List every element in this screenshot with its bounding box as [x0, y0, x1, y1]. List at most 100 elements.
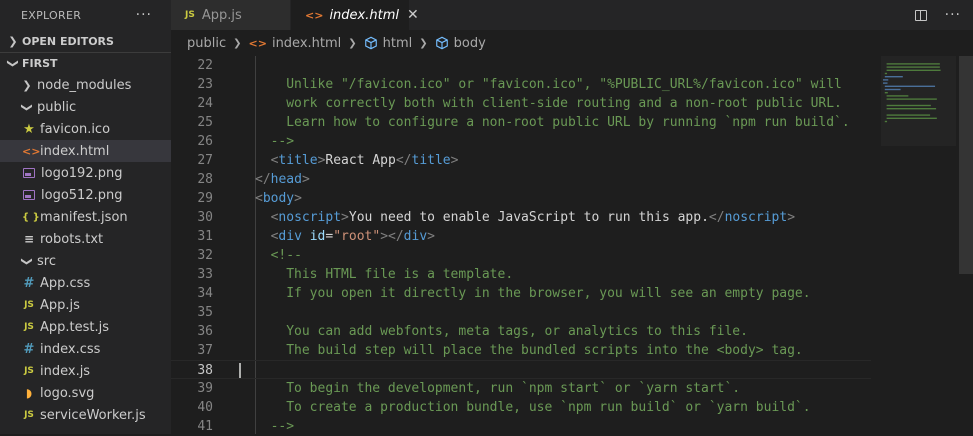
- tree-folder[interactable]: ❯ node_modules: [0, 74, 171, 96]
- tree-file[interactable]: { } manifest.json: [0, 206, 171, 228]
- minimap[interactable]: [881, 56, 956, 434]
- tree-file[interactable]: JS serviceWorker.js: [0, 404, 171, 426]
- split-editor-icon[interactable]: [914, 9, 927, 21]
- tab-index-html[interactable]: <> index.html ✕: [291, 0, 419, 30]
- code-line: 28 </head>: [171, 170, 871, 189]
- code-token: React App: [325, 153, 396, 168]
- line-number: 35: [197, 305, 213, 320]
- line-text: work correctly both with client-side rou…: [286, 94, 842, 113]
- css-file-icon: #: [23, 275, 35, 291]
- line-number: 30: [197, 210, 213, 225]
- more-actions-icon[interactable]: ···: [136, 7, 152, 23]
- tree-file[interactable]: # App.css: [0, 272, 171, 294]
- code-token: -->: [270, 419, 295, 434]
- close-icon[interactable]: ✕: [407, 7, 419, 23]
- breadcrumb-item-html[interactable]: html: [383, 36, 413, 51]
- code-token: >: [450, 153, 459, 168]
- code-line: 22: [171, 56, 871, 75]
- minimap-line: [886, 66, 940, 68]
- html-file-icon: <>: [305, 8, 324, 22]
- line-number: 28: [197, 172, 213, 187]
- minimap-line: [883, 82, 888, 84]
- tree-file[interactable]: <> index.html: [0, 140, 171, 162]
- minimap-line: [886, 69, 941, 71]
- line-text: -->: [271, 417, 294, 436]
- tree-file[interactable]: logo512.png: [0, 184, 171, 206]
- code-token: </: [395, 153, 412, 168]
- code-token: This HTML file is a template.: [286, 267, 514, 282]
- tree-file[interactable]: JS index.js: [0, 360, 171, 382]
- image-file-icon: [23, 168, 35, 178]
- code-line: 38: [171, 360, 871, 379]
- tree-item-label: manifest.json: [40, 209, 128, 225]
- minimap-line: [884, 120, 888, 123]
- tree-item-label: logo.svg: [40, 385, 95, 401]
- more-actions-icon[interactable]: ···: [945, 7, 961, 23]
- code-token: title: [411, 153, 451, 168]
- project-label: FIRST: [22, 57, 58, 70]
- scrollbar-thumb[interactable]: [959, 56, 973, 274]
- tree-item-label: index.js: [40, 363, 91, 379]
- editor-area: JS App.js <> index.html ✕ ··· public ❯ <…: [171, 0, 973, 434]
- code-token: >: [301, 172, 310, 187]
- line-number: 25: [197, 115, 213, 130]
- tab-app-js[interactable]: JS App.js: [171, 0, 291, 30]
- text-cursor: [239, 363, 241, 378]
- code-line: 25 Learn how to configure a non-root publ…: [171, 113, 871, 132]
- code-token: The build step will place the bundled sc…: [286, 343, 803, 358]
- project-section[interactable]: ❯ FIRST: [0, 52, 171, 74]
- line-text: If you open it directly in the browser, …: [286, 284, 810, 303]
- open-editors-section[interactable]: ❯ OPEN EDITORS: [0, 30, 171, 52]
- line-text: To begin the development, run `npm start…: [286, 379, 740, 398]
- line-number: 22: [197, 58, 213, 73]
- tree-folder[interactable]: ❯ public: [0, 96, 171, 118]
- tree-file[interactable]: # index.css: [0, 338, 171, 360]
- minimap-line: [884, 85, 936, 87]
- code-token: title: [278, 153, 318, 168]
- code-editor[interactable]: 22 23 Unlike "/favicon.ico" or "favicon.ic…: [171, 56, 871, 434]
- code-token: Learn how to configure a non-root public…: [286, 115, 850, 130]
- tree-item-label: node_modules: [37, 77, 132, 93]
- line-text: To create a production bundle, use `npm …: [286, 398, 810, 417]
- line-text: <noscript>You need to enable JavaScript …: [271, 208, 795, 227]
- tree-item-label: index.css: [40, 341, 101, 357]
- line-text: <body>: [255, 189, 302, 208]
- breadcrumb: public ❯ <> index.html ❯ html ❯ body: [171, 30, 973, 56]
- tree-file[interactable]: ★ favicon.ico: [0, 118, 171, 140]
- code-token: If you open it directly in the browser, …: [286, 286, 811, 301]
- vertical-scrollbar[interactable]: [959, 56, 973, 434]
- tree-file[interactable]: JS App.test.js: [0, 316, 171, 338]
- line-number: 32: [197, 248, 213, 263]
- code-token: <!--: [270, 248, 302, 263]
- svg-file-icon: ◗: [25, 386, 33, 400]
- code-token: <: [255, 191, 263, 206]
- html-file-icon: <>: [248, 36, 267, 50]
- tree-file[interactable]: JS App.js: [0, 294, 171, 316]
- code-line: 36 You can add webfonts, meta tags, or an…: [171, 322, 871, 341]
- code-line: 30 <noscript>You need to enable JavaScrip…: [171, 208, 871, 227]
- tree-folder[interactable]: ❯ src: [0, 250, 171, 272]
- code-token: ></: [380, 229, 404, 244]
- breadcrumb-item-public[interactable]: public: [187, 36, 226, 51]
- tree-item-label: src: [37, 253, 56, 269]
- code-line: 23 Unlike "/favicon.ico" or "favicon.ico"…: [171, 75, 871, 94]
- breadcrumb-item-body[interactable]: body: [454, 36, 486, 51]
- tree-file[interactable]: logo192.png: [0, 162, 171, 184]
- breadcrumb-item-file[interactable]: index.html: [272, 36, 341, 51]
- code-token: noscript: [724, 210, 788, 225]
- js-file-icon: JS: [24, 300, 34, 310]
- code-token: To begin the development, run `npm start…: [286, 381, 741, 396]
- code-token: </: [255, 172, 271, 187]
- code-line: 31 <div id="root"></div>: [171, 227, 871, 246]
- explorer-header: EXPLORER ···: [0, 0, 171, 30]
- line-text: Unlike "/favicon.ico" or "favicon.ico", …: [286, 75, 842, 94]
- code-token: >: [427, 229, 435, 244]
- line-number: 31: [197, 229, 213, 244]
- minimap-line: [886, 114, 931, 116]
- code-token: head: [270, 172, 302, 187]
- tree-file[interactable]: ≡ robots.txt: [0, 228, 171, 250]
- code-line: 33 This HTML file is a template.: [171, 265, 871, 284]
- tree-file[interactable]: ◗ logo.svg: [0, 382, 171, 404]
- chevron-right-icon: ❯: [22, 78, 32, 92]
